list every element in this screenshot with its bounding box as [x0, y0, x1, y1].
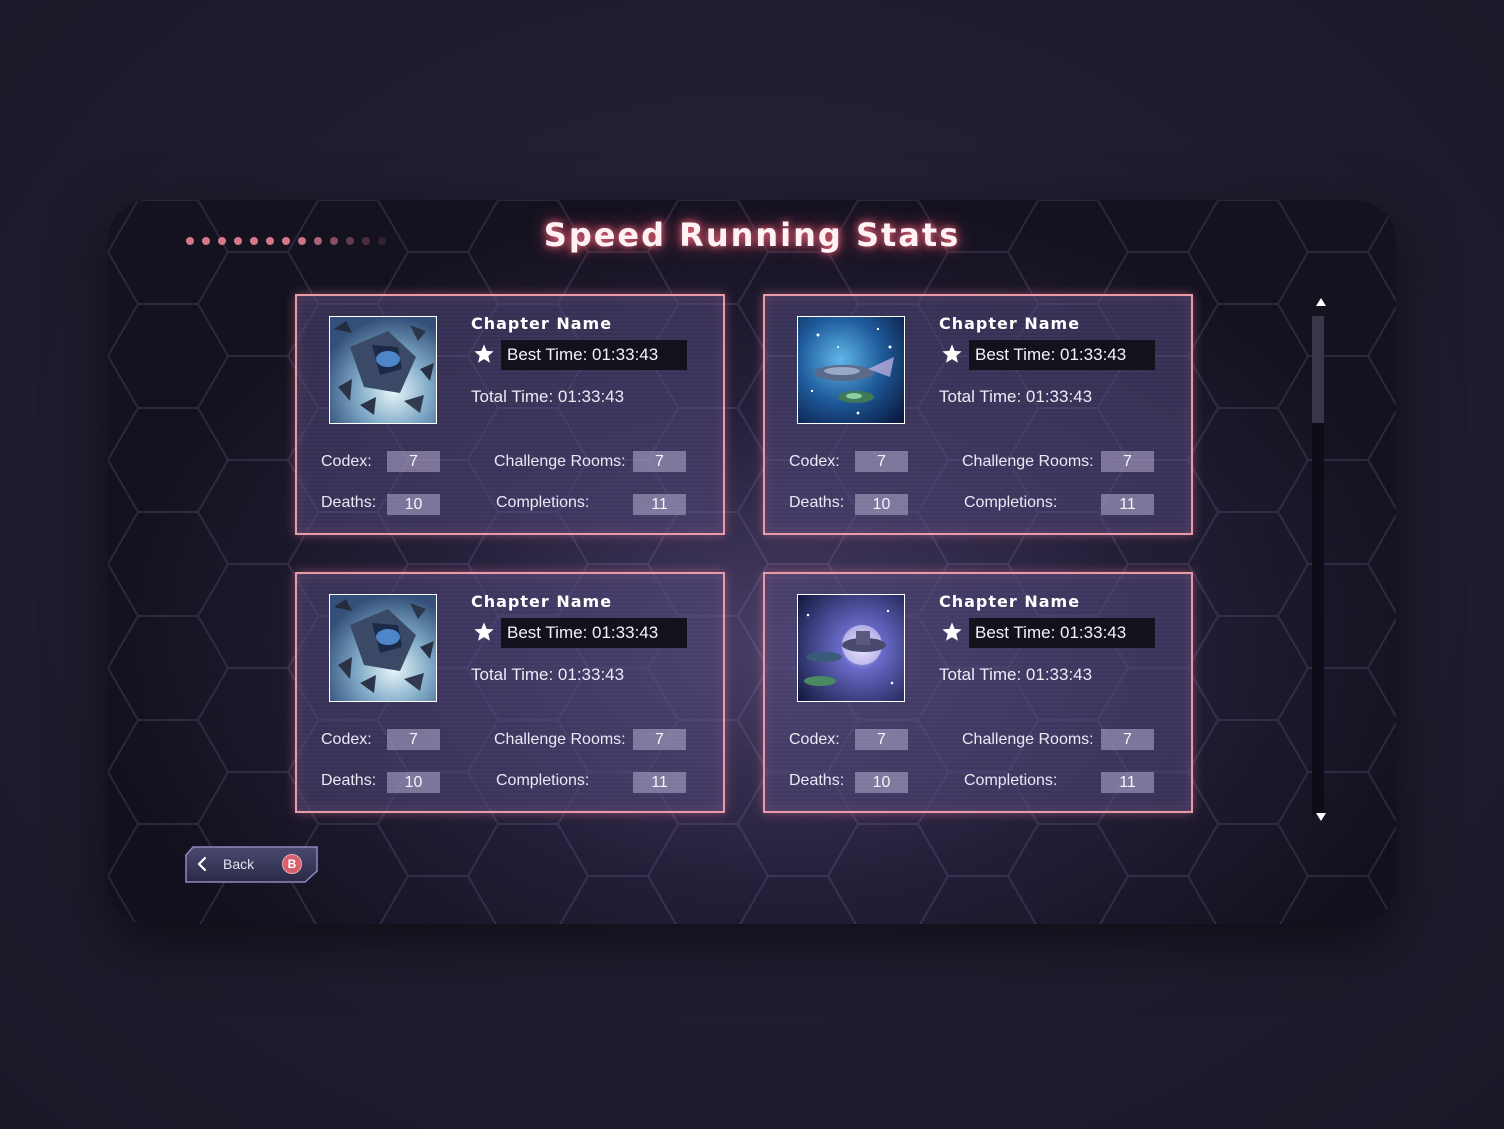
chapter-thumbnail — [329, 316, 437, 424]
best-time: Best Time: 01:33:43 — [501, 340, 687, 370]
completions-label: Completions: — [496, 494, 590, 511]
codex-value: 7 — [387, 729, 440, 750]
total-time: Total Time: 01:33:43 — [471, 387, 625, 406]
star-icon — [474, 344, 494, 363]
chevron-left-icon — [197, 856, 207, 872]
challenge-rooms-value: 7 — [633, 451, 686, 472]
total-time: Total Time: 01:33:43 — [471, 665, 625, 684]
best-time: Best Time: 01:33:43 — [969, 340, 1155, 370]
deaths-value: 10 — [387, 494, 440, 515]
chapter-name: Chapter Name — [939, 592, 1081, 611]
back-button-label: Back — [223, 856, 255, 872]
scrollbar-thumb[interactable] — [1312, 316, 1324, 423]
star-icon — [942, 344, 962, 363]
chapter-thumbnail — [329, 594, 437, 702]
star-icon — [474, 622, 494, 641]
total-time: Total Time: 01:33:43 — [939, 665, 1093, 684]
deaths-value: 10 — [387, 772, 440, 793]
deaths-label: Deaths: — [789, 772, 845, 789]
codex-label: Codex: — [789, 731, 840, 748]
star-icon — [942, 622, 962, 641]
deaths-label: Deaths: — [789, 494, 845, 511]
challenge-rooms-value: 7 — [633, 729, 686, 750]
chapter-card[interactable]: Chapter Name Best Time: 01:33:43 Total T… — [295, 572, 725, 813]
completions-value: 11 — [1101, 772, 1154, 793]
completions-value: 11 — [1101, 494, 1154, 515]
codex-value: 7 — [855, 729, 908, 750]
chapter-thumbnail — [797, 316, 905, 424]
chapter-name: Chapter Name — [471, 592, 613, 611]
total-time: Total Time: 01:33:43 — [939, 387, 1093, 406]
stats-panel: Speed Running Stats Chapter Name Best Ti… — [108, 200, 1396, 924]
b-button-icon: B — [282, 854, 302, 874]
best-time: Best Time: 01:33:43 — [969, 618, 1155, 648]
best-time: Best Time: 01:33:43 — [501, 618, 687, 648]
codex-label: Codex: — [321, 453, 372, 470]
challenge-rooms-label: Challenge Rooms: — [494, 453, 626, 470]
codex-value: 7 — [387, 451, 440, 472]
chapter-card[interactable]: Chapter Name Best Time: 01:33:43 Total T… — [763, 294, 1193, 535]
chapter-name: Chapter Name — [471, 314, 613, 333]
completions-label: Completions: — [496, 772, 590, 789]
codex-value: 7 — [855, 451, 908, 472]
deaths-value: 10 — [855, 494, 908, 515]
scroll-down-arrow-icon[interactable] — [1315, 809, 1327, 821]
completions-label: Completions: — [964, 494, 1058, 511]
deaths-label: Deaths: — [321, 494, 377, 511]
chapter-card[interactable]: Chapter Name Best Time: 01:33:43 Total T… — [763, 572, 1193, 813]
codex-label: Codex: — [321, 731, 372, 748]
deaths-value: 10 — [855, 772, 908, 793]
challenge-rooms-label: Challenge Rooms: — [494, 731, 626, 748]
challenge-rooms-label: Challenge Rooms: — [962, 731, 1094, 748]
completions-label: Completions: — [964, 772, 1058, 789]
chapter-name: Chapter Name — [939, 314, 1081, 333]
chapter-thumbnail — [797, 594, 905, 702]
page-title: Speed Running Stats — [543, 216, 961, 254]
scroll-up-arrow-icon[interactable] — [1315, 294, 1327, 306]
back-button[interactable]: Back B — [185, 846, 318, 883]
scrollbar-track[interactable] — [1312, 316, 1324, 816]
codex-label: Codex: — [789, 453, 840, 470]
completions-value: 11 — [633, 772, 686, 793]
deaths-label: Deaths: — [321, 772, 377, 789]
challenge-rooms-value: 7 — [1101, 451, 1154, 472]
challenge-rooms-value: 7 — [1101, 729, 1154, 750]
chapter-card[interactable]: Chapter Name Best Time: 01:33:43 Total T… — [295, 294, 725, 535]
challenge-rooms-label: Challenge Rooms: — [962, 453, 1094, 470]
completions-value: 11 — [633, 494, 686, 515]
